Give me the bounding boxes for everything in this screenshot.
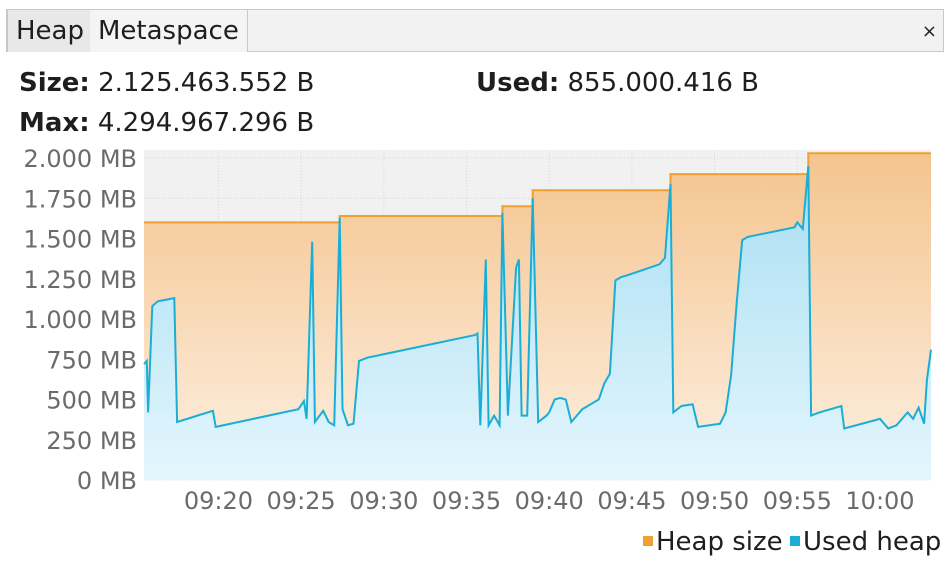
- y-tick-label: 1.750 MB: [23, 185, 137, 213]
- y-axis-labels: 0 MB 250 MB 500 MB 750 MB 1.000 MB 1.250 MB 1.…: [23, 145, 137, 495]
- x-axis-labels: 09:20 09:25 09:30 09:35 09:40 09:45 09:50 09:55…: [184, 487, 915, 515]
- x-tick-label: 09:55: [763, 487, 832, 515]
- heap-chart: 0 MB 250 MB 500 MB 750 MB 1.000 MB 1.250 MB 1.…: [23, 145, 941, 557]
- x-tick-label: 09:40: [515, 487, 584, 515]
- x-tick-label: 09:25: [267, 487, 336, 515]
- legend-heap-label: Heap size: [656, 527, 783, 557]
- y-tick-label: 500 MB: [46, 387, 137, 415]
- x-tick-label: 09:30: [349, 487, 418, 515]
- y-tick-label: 250 MB: [46, 427, 137, 455]
- legend: Heap size Used heap: [643, 527, 941, 557]
- legend-used-label: Used heap: [803, 527, 941, 557]
- x-tick-label: 09:50: [680, 487, 749, 515]
- x-tick-label: 09:20: [184, 487, 253, 515]
- y-tick-label: 0 MB: [77, 467, 137, 495]
- y-tick-label: 750 MB: [46, 346, 137, 374]
- legend-heap-swatch: [643, 536, 653, 546]
- legend-used-swatch: [790, 536, 800, 546]
- y-tick-label: 2.000 MB: [23, 145, 137, 173]
- x-tick-label: 09:45: [597, 487, 666, 515]
- y-tick-label: 1.250 MB: [23, 266, 137, 294]
- x-tick-label: 10:00: [845, 487, 914, 515]
- x-tick-label: 09:35: [432, 487, 501, 515]
- y-tick-label: 1.000 MB: [23, 306, 137, 334]
- y-tick-label: 1.500 MB: [23, 226, 137, 254]
